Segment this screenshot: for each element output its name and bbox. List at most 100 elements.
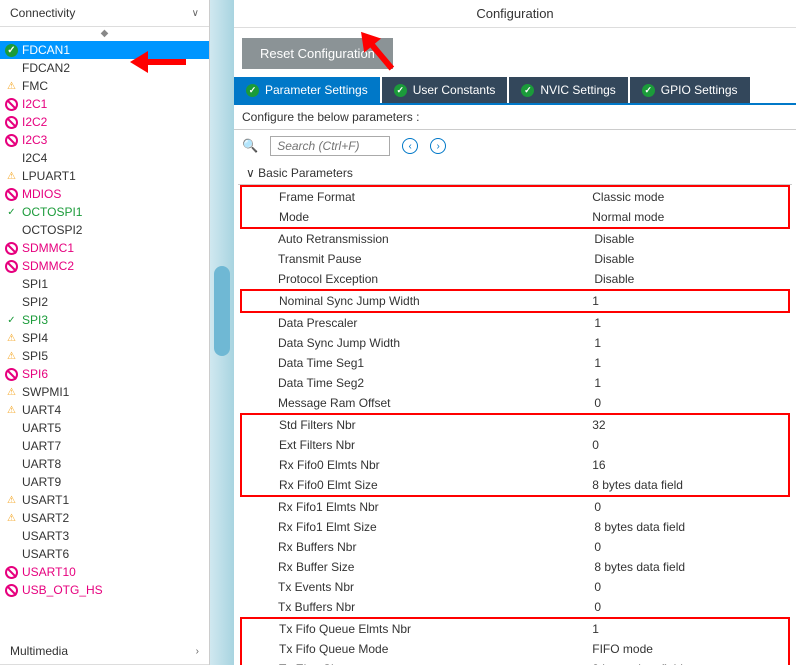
param-name: Tx Buffers Nbr [278,600,594,614]
peripheral-label: SPI6 [22,367,48,381]
peripheral-label: USART6 [22,547,69,561]
param-row[interactable]: Rx Fifo0 Elmt Size8 bytes data field [242,475,788,495]
section-connectivity[interactable]: Connectivity ∨ [0,0,209,27]
param-value: 1 [594,376,792,390]
peripheral-item[interactable]: ⚠SPI4 [0,329,209,347]
param-name: Data Prescaler [278,316,594,330]
peripheral-item[interactable]: ⚠USART2 [0,509,209,527]
peripheral-item[interactable]: UART5 [0,419,209,437]
peripheral-item[interactable]: ⚠FMC [0,77,209,95]
param-row[interactable]: Tx Fifo Queue ModeFIFO mode [242,639,788,659]
param-row[interactable]: Frame FormatClassic mode [242,187,788,207]
param-name: Data Time Seg1 [278,356,594,370]
peripheral-item[interactable]: I2C1 [0,95,209,113]
param-name: Frame Format [279,190,592,204]
search-input[interactable] [270,136,390,156]
param-name: Transmit Pause [278,252,594,266]
peripheral-item[interactable]: SPI2 [0,293,209,311]
section-multimedia[interactable]: Multimedia › [0,638,209,665]
param-name: Data Time Seg2 [278,376,594,390]
blank-icon [5,62,18,75]
disabled-icon [5,566,18,579]
param-row[interactable]: Transmit PauseDisable [238,249,792,269]
peripheral-item[interactable]: ⚠LPUART1 [0,167,209,185]
param-row[interactable]: Auto RetransmissionDisable [238,229,792,249]
param-value: 32 [592,418,788,432]
peripheral-item[interactable]: ⚠UART4 [0,401,209,419]
param-row[interactable]: Rx Fifo1 Elmt Size8 bytes data field [238,517,792,537]
param-row[interactable]: Message Ram Offset0 [238,393,792,413]
param-value: 1 [592,294,788,308]
param-value: Classic mode [592,190,788,204]
param-row[interactable]: Tx Elmt Size8 bytes data field [242,659,788,665]
param-row[interactable]: Protocol ExceptionDisable [238,269,792,289]
peripheral-item[interactable]: ⚠SWPMI1 [0,383,209,401]
tab-label: NVIC Settings [540,83,615,97]
peripheral-item[interactable]: OCTOSPI2 [0,221,209,239]
peripheral-item[interactable]: USART3 [0,527,209,545]
tab[interactable]: ✓Parameter Settings [234,77,380,103]
param-row[interactable]: Data Prescaler1 [238,313,792,333]
param-value: Disable [594,232,792,246]
peripheral-item[interactable]: USART10 [0,563,209,581]
peripheral-label: USART1 [22,493,69,507]
blank-icon [5,278,18,291]
param-row[interactable]: Data Time Seg21 [238,373,792,393]
check-circle-icon: ✓ [642,84,655,97]
prev-match-button[interactable]: ‹ [402,138,418,154]
peripheral-item[interactable]: ⚠SPI5 [0,347,209,365]
peripheral-item[interactable]: SDMMC1 [0,239,209,257]
group-basic-parameters[interactable]: ∨ Basic Parameters [238,162,792,185]
peripheral-item[interactable]: UART8 [0,455,209,473]
param-name: Data Sync Jump Width [278,336,594,350]
check-icon: ✓ [5,314,18,327]
disabled-icon [5,368,18,381]
peripheral-item[interactable]: I2C3 [0,131,209,149]
peripheral-item[interactable]: ✓OCTOSPI1 [0,203,209,221]
param-name: Message Ram Offset [278,396,594,410]
tab[interactable]: ✓ NVIC Settings [509,77,627,103]
sort-icon[interactable]: ◆ [0,27,209,41]
peripheral-item[interactable]: I2C2 [0,113,209,131]
check-circle-icon: ✓ [521,84,534,97]
peripheral-item[interactable]: MDIOS [0,185,209,203]
peripheral-item[interactable]: ✓SPI3 [0,311,209,329]
param-row[interactable]: Ext Filters Nbr0 [242,435,788,455]
param-row[interactable]: Rx Buffers Nbr0 [238,537,792,557]
param-row[interactable]: Tx Events Nbr0 [238,577,792,597]
peripheral-item[interactable]: SDMMC2 [0,257,209,275]
param-row[interactable]: Rx Fifo0 Elmts Nbr16 [242,455,788,475]
blank-icon [5,152,18,165]
splitter[interactable] [210,0,234,665]
param-row[interactable]: Rx Buffer Size8 bytes data field [238,557,792,577]
peripheral-item[interactable]: SPI1 [0,275,209,293]
param-value: 0 [594,500,792,514]
peripheral-item[interactable]: SPI6 [0,365,209,383]
blank-icon [5,476,18,489]
peripheral-item[interactable]: UART9 [0,473,209,491]
param-value: 8 bytes data field [594,560,792,574]
peripheral-item[interactable]: USB_OTG_HS [0,581,209,599]
param-row[interactable]: Tx Buffers Nbr0 [238,597,792,617]
param-row[interactable]: Std Filters Nbr32 [242,415,788,435]
param-row[interactable]: ModeNormal mode [242,207,788,227]
next-match-button[interactable]: › [430,138,446,154]
peripheral-item[interactable]: ⚠USART1 [0,491,209,509]
param-value: Normal mode [592,210,788,224]
search-icon: 🔍 [242,138,258,154]
param-row[interactable]: Data Sync Jump Width1 [238,333,792,353]
peripheral-item[interactable]: I2C4 [0,149,209,167]
peripheral-item[interactable]: USART6 [0,545,209,563]
check-circle-icon: ✓ [5,44,18,57]
param-value: 0 [594,396,792,410]
peripheral-label: UART7 [22,439,61,453]
param-row[interactable]: Nominal Sync Jump Width1 [242,291,788,311]
param-row[interactable]: Tx Fifo Queue Elmts Nbr1 [242,619,788,639]
splitter-handle[interactable] [214,266,230,356]
tab[interactable]: ✓GPIO Settings [630,77,750,103]
param-row[interactable]: Data Time Seg11 [238,353,792,373]
peripheral-item[interactable]: UART7 [0,437,209,455]
param-row[interactable]: Rx Fifo1 Elmts Nbr0 [238,497,792,517]
peripheral-label: UART5 [22,421,61,435]
blank-icon [5,530,18,543]
